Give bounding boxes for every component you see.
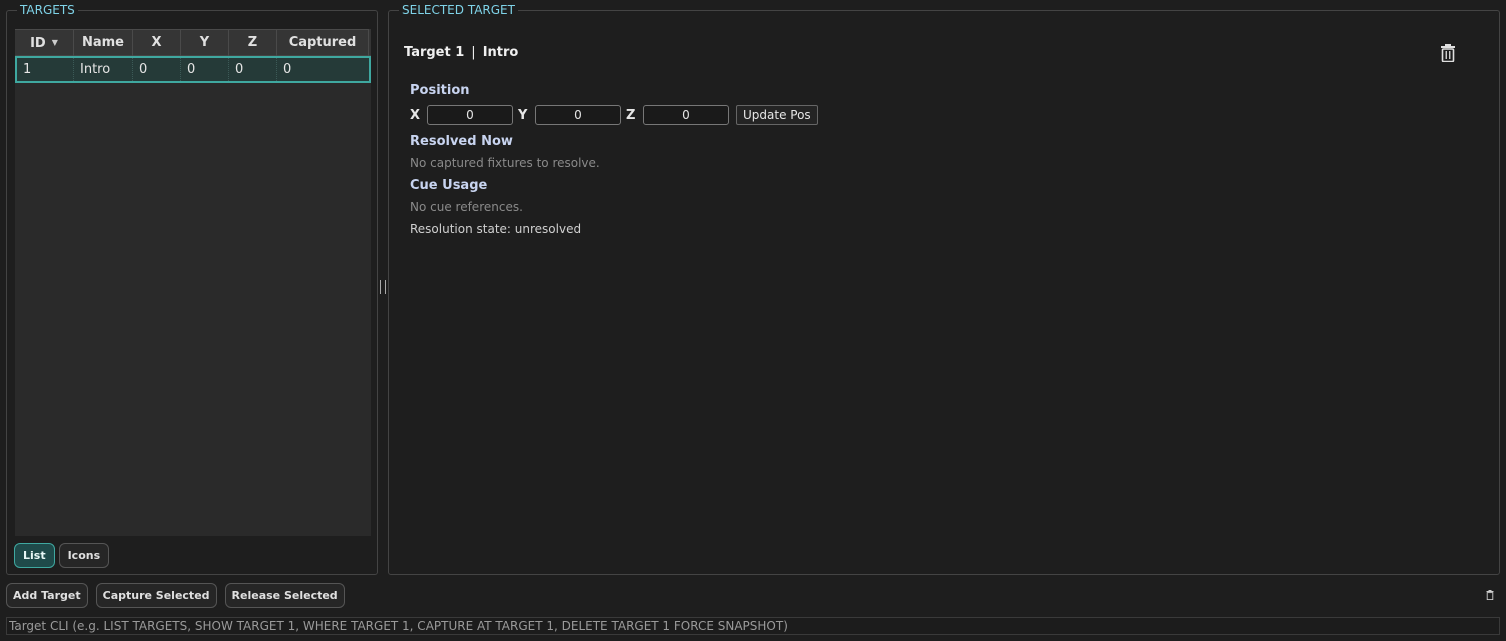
cell-y: 0 xyxy=(181,58,229,81)
selected-target-header: Target 1 | Intro xyxy=(404,45,518,60)
column-header-id-label: ID xyxy=(30,36,46,51)
panel-splitter-handle[interactable] xyxy=(380,280,386,294)
targets-panel-title: TARGETS xyxy=(17,3,78,17)
cue-usage-section-title: Cue Usage xyxy=(410,178,488,193)
view-toggle: List Icons xyxy=(14,543,110,568)
column-header-y[interactable]: Y xyxy=(181,29,229,56)
sort-descending-icon: ▼ xyxy=(51,38,58,47)
target-name: Intro xyxy=(482,45,519,60)
z-label: Z xyxy=(626,107,636,123)
position-row: X Y Z Update Pos xyxy=(410,105,818,125)
clear-trash-icon[interactable] xyxy=(1486,590,1494,600)
capture-selected-button[interactable]: Capture Selected xyxy=(95,583,217,608)
column-header-x[interactable]: X xyxy=(133,29,181,56)
resolved-section-title: Resolved Now xyxy=(410,134,513,149)
cell-name: Intro xyxy=(74,58,133,81)
selected-panel-title: SELECTED TARGET xyxy=(399,3,518,17)
table-row[interactable]: 1 Intro 0 0 0 0 xyxy=(15,56,371,83)
header-separator: | xyxy=(471,45,476,60)
column-header-id[interactable]: ID ▼ xyxy=(15,29,74,56)
list-view-button[interactable]: List xyxy=(14,543,55,568)
column-header-captured[interactable]: Captured xyxy=(277,29,369,56)
position-section-title: Position xyxy=(410,83,470,98)
z-input[interactable] xyxy=(643,105,729,125)
delete-trash-icon[interactable] xyxy=(1440,44,1456,62)
release-selected-button[interactable]: Release Selected xyxy=(224,583,345,608)
target-label: Target 1 xyxy=(404,45,465,60)
selected-target-panel: SELECTED TARGET Target 1 | Intro Position … xyxy=(388,3,1500,575)
icons-view-button[interactable]: Icons xyxy=(58,543,110,568)
bottom-action-bar: Add Target Capture Selected Release Sele… xyxy=(6,583,345,608)
targets-panel: TARGETS ID ▼ Name X Y Z Captured 1 Intro … xyxy=(6,3,378,575)
cell-x: 0 xyxy=(133,58,181,81)
table-header: ID ▼ Name X Y Z Captured xyxy=(15,29,371,56)
y-label: Y xyxy=(518,107,528,123)
resolved-text: No captured fixtures to resolve. xyxy=(410,156,600,170)
y-input[interactable] xyxy=(535,105,621,125)
cell-id: 1 xyxy=(17,58,74,81)
column-header-z[interactable]: Z xyxy=(229,29,277,56)
update-pos-button[interactable]: Update Pos xyxy=(736,105,818,125)
x-label: X xyxy=(410,107,421,123)
resolution-state-text: Resolution state: unresolved xyxy=(410,222,582,236)
cue-usage-text: No cue references. xyxy=(410,200,523,214)
x-input[interactable] xyxy=(427,105,513,125)
target-cli-input[interactable] xyxy=(6,617,1500,635)
cell-captured: 0 xyxy=(283,62,292,77)
column-header-name[interactable]: Name xyxy=(74,29,133,56)
targets-table: ID ▼ Name X Y Z Captured 1 Intro 0 0 0 0 xyxy=(15,29,371,536)
add-target-button[interactable]: Add Target xyxy=(6,583,88,608)
cell-z: 0 xyxy=(229,58,277,81)
